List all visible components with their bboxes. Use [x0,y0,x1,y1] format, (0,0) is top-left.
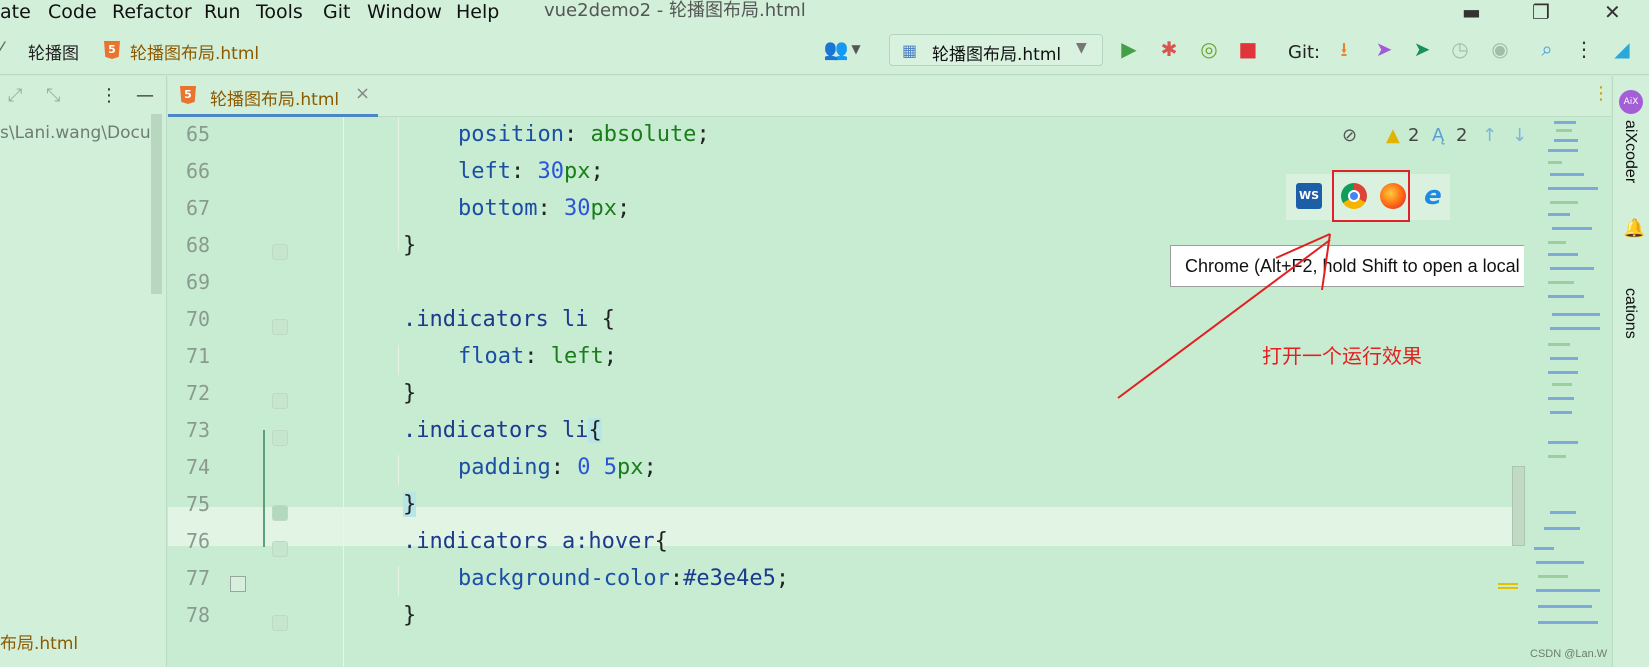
aixcoder-tool-window[interactable]: aiXcoder [1621,120,1639,183]
minimap-line [1548,397,1574,400]
notifications-tool-window[interactable]: cations [1621,288,1639,339]
minimap-line [1548,455,1566,458]
minimap-line [1548,161,1562,164]
minimap-line [1544,527,1580,530]
minimap-line [1550,511,1576,514]
minimap-line [1554,139,1578,142]
minimap-line [1548,253,1578,256]
annotation-text: 打开一个运行效果 [1262,344,1422,368]
minimap-line [1548,149,1578,152]
minimap-line [1548,441,1578,444]
minimap-line [1538,575,1568,578]
annotation-arrow-icon [1117,233,1331,399]
minimap-line [1538,605,1592,608]
minimap-line [1550,411,1572,414]
minimap-line [1554,121,1576,124]
editor-scrollbar-thumb[interactable] [1512,466,1525,546]
minimap-line [1536,589,1600,592]
minimap-line [1548,281,1574,284]
aixcoder-badge[interactable]: AiX [1619,90,1643,114]
watermark: CSDN @Lan.W [1530,648,1608,660]
notifications-bell-icon[interactable]: 🔔 [1623,218,1645,239]
warning-stripe-marker[interactable] [1498,583,1518,589]
minimap-line [1548,371,1578,374]
minimap-line [1534,547,1554,550]
minimap-line [1550,201,1578,204]
minimap-line [1550,357,1578,360]
minimap-line [1552,313,1600,316]
minimap-line [1550,267,1594,270]
minimap-line [1538,621,1598,624]
minimap-line [1552,383,1572,386]
minimap-line [1556,129,1572,132]
minimap-line [1550,173,1584,176]
minimap-line [1552,227,1592,230]
minimap-line [1548,241,1566,244]
minimap-line [1550,327,1600,330]
minimap-line [1548,343,1570,346]
minimap-line [1536,561,1584,564]
code-minimap[interactable] [1524,117,1612,667]
right-tool-strip: AiX aiXcoder 🔔 cations [1612,76,1649,667]
minimap-line [1548,187,1598,190]
minimap-line [1548,213,1570,216]
minimap-line [1548,295,1584,298]
